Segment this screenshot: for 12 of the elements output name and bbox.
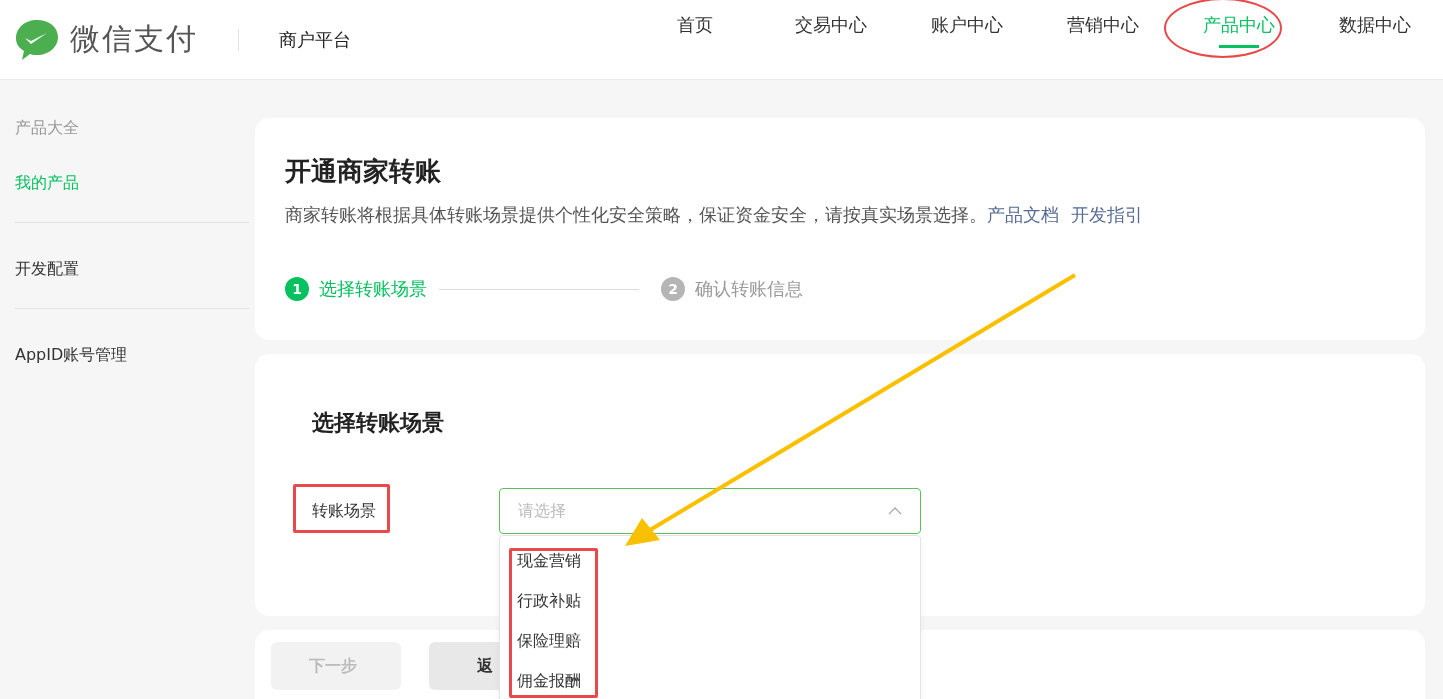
step-label: 选择转账场景 [319, 277, 427, 301]
section-title: 选择转账场景 [312, 409, 445, 437]
step-number: 1 [285, 277, 309, 301]
sidebar-heading: 产品大全 [15, 118, 80, 139]
field-label: 转账场景 [312, 500, 499, 522]
brand-name: 微信支付 [70, 20, 198, 58]
platform-name: 商户平台 [279, 27, 351, 52]
select-placeholder: 请选择 [518, 500, 567, 522]
step-number: 2 [661, 277, 685, 301]
step-label: 确认转账信息 [695, 277, 803, 301]
description: 商家转账将根据具体转账场景提供个性化安全策略，保证资金安全，请按真实场景选择。产品文档 开发指引 [285, 203, 1144, 227]
page-title: 开通商家转账 [285, 155, 442, 188]
